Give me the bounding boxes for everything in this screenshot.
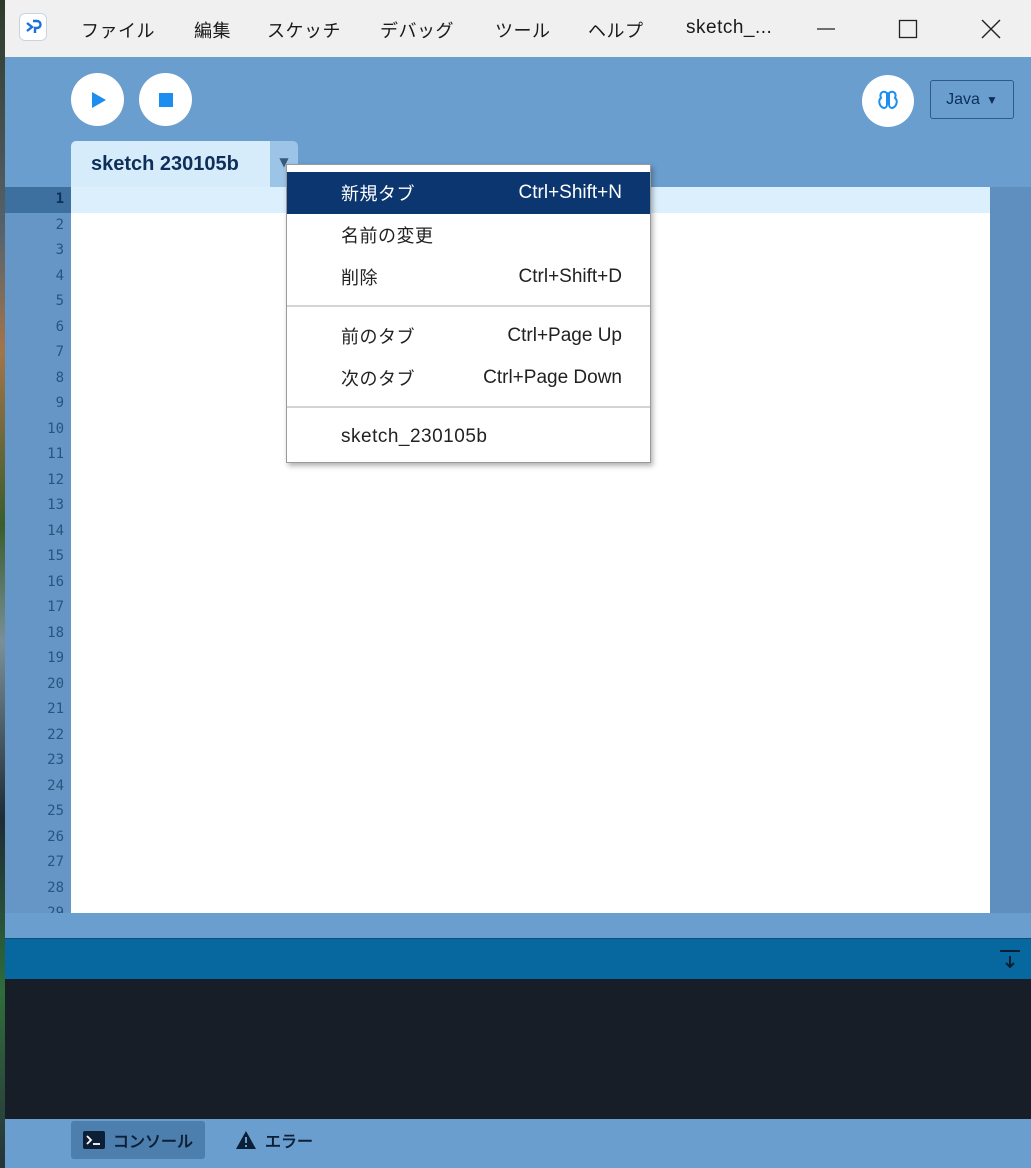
mode-label: Java (946, 90, 980, 108)
warning-icon (236, 1131, 256, 1149)
processing-logo-icon[interactable] (19, 13, 47, 41)
stop-icon (158, 92, 173, 107)
line-number: 10 (47, 420, 64, 437)
menu-item-previous-tab[interactable]: 前のタブ Ctrl+Page Up (287, 315, 650, 357)
console-output[interactable] (5, 979, 1031, 1119)
line-number: 14 (47, 522, 64, 539)
tab-errors[interactable]: エラー (223, 1121, 325, 1159)
menu-item-delete[interactable]: 削除 Ctrl+Shift+D (287, 256, 650, 298)
line-number: 8 (55, 369, 64, 386)
close-icon (981, 19, 1001, 38)
mode-selector[interactable]: Java ▼ (930, 80, 1014, 119)
menu-item-new-tab[interactable]: 新規タブ Ctrl+Shift+N (287, 172, 650, 214)
minimize-button[interactable] (786, 0, 866, 57)
maximize-button[interactable] (868, 0, 948, 57)
line-number: 9 (55, 395, 64, 411)
debugger-button[interactable] (862, 75, 914, 127)
line-number: 1 (55, 191, 64, 207)
line-number: 20 (47, 675, 64, 692)
line-number: 11 (47, 446, 64, 462)
run-button[interactable] (71, 73, 124, 126)
menu-item-next-tab[interactable]: 次のタブ Ctrl+Page Down (287, 357, 650, 399)
line-number: 26 (47, 828, 64, 845)
maximize-icon (898, 19, 918, 38)
line-number: 28 (47, 879, 64, 896)
line-number: 21 (47, 701, 64, 717)
chevron-down-icon: ▼ (985, 92, 998, 107)
line-number: 24 (47, 777, 64, 794)
minimize-icon (817, 27, 835, 30)
line-number: 7 (55, 344, 64, 360)
status-bar (5, 938, 1031, 979)
line-number: 17 (47, 599, 64, 615)
tab-sketch[interactable]: sketch 230105b (71, 141, 270, 187)
line-number: 22 (47, 726, 64, 743)
line-number-gutter: 1 2 3 4 5 6 7 8 9 10 11 12 13 14 15 16 17 18 19 20 21 22 23 24 2… (5, 187, 71, 913)
line-number: 23 (47, 752, 64, 768)
close-button[interactable] (951, 0, 1031, 57)
menu-edit[interactable]: 編集 (194, 17, 231, 43)
line-number: 2 (55, 216, 64, 233)
menubar: ファイル 編集 スケッチ デバッグ ツール ヘルプ sketch_... (5, 0, 1031, 57)
menu-item-rename[interactable]: 名前の変更 (287, 214, 650, 256)
tab-label: sketch 230105b (91, 152, 239, 175)
menu-file[interactable]: ファイル (81, 17, 155, 43)
editor-scrollbar[interactable] (990, 187, 1031, 913)
menu-separator (287, 305, 650, 307)
line-number: 5 (55, 293, 64, 309)
errors-tab-label: エラー (265, 1132, 314, 1151)
console-tab-label: コンソール (113, 1132, 194, 1151)
line-number: 18 (47, 624, 64, 641)
play-icon (91, 91, 106, 108)
line-number: 16 (47, 573, 64, 590)
window-title: sketch_... (686, 17, 773, 38)
line-number: 12 (47, 471, 64, 488)
menu-tools[interactable]: ツール (495, 17, 551, 43)
menu-help[interactable]: ヘルプ (588, 17, 644, 43)
menu-debug[interactable]: デバッグ (380, 17, 454, 43)
collapse-console-icon[interactable] (999, 949, 1021, 971)
line-number: 4 (55, 267, 64, 284)
line-number: 19 (47, 650, 64, 666)
editor-bottom-band (5, 913, 1031, 938)
menu-separator (287, 406, 650, 408)
butterfly-debug-icon (878, 90, 898, 110)
menu-sketch[interactable]: スケッチ (267, 17, 341, 43)
stop-button[interactable] (139, 73, 192, 126)
line-number: 27 (47, 854, 64, 870)
line-number: 13 (47, 497, 64, 513)
tab-console[interactable]: コンソール (71, 1121, 206, 1159)
terminal-icon (83, 1131, 105, 1149)
tab-context-menu: 新規タブ Ctrl+Shift+N 名前の変更 削除 Ctrl+Shift+D … (286, 164, 651, 463)
line-number: 3 (55, 242, 64, 258)
menu-item-sketch-tab[interactable]: sketch_230105b (287, 416, 650, 458)
line-number: 15 (47, 548, 64, 564)
line-number: 6 (55, 318, 64, 335)
line-number: 25 (47, 803, 64, 819)
line-number: 29 (47, 905, 64, 913)
bottom-tabs: コンソール エラー (5, 1119, 1031, 1168)
